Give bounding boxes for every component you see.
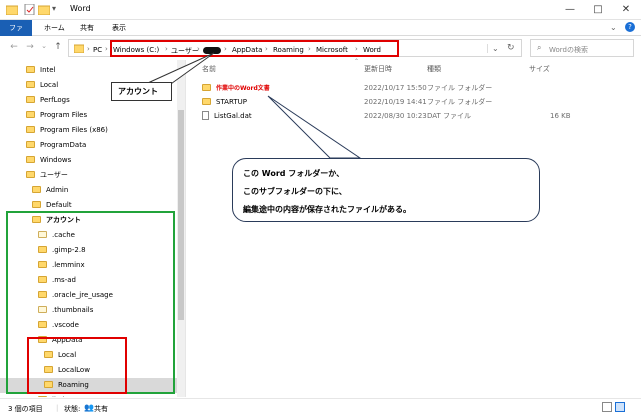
close-button[interactable]: ✕: [612, 0, 640, 20]
recent-dropdown-icon[interactable]: ⌄: [38, 42, 50, 50]
help-icon[interactable]: ?: [625, 22, 635, 32]
folder-icon: [26, 141, 35, 148]
file-date: 2022/10/19 14:41: [364, 98, 427, 106]
window-title: Word: [70, 4, 91, 13]
ribbon-expand-icon[interactable]: ⌄: [610, 23, 617, 32]
file-row[interactable]: 作業中のWord文書 2022/10/17 15:50 ファイル フォルダー: [0, 81, 641, 95]
tree-item[interactable]: ProgramData: [0, 138, 177, 153]
tree-item-label: Windows: [40, 156, 72, 164]
maximize-button[interactable]: □: [584, 0, 612, 20]
folder-icon: [6, 5, 18, 15]
title-bar: ▾ Word — □ ✕: [0, 0, 641, 20]
details-view-icon[interactable]: [602, 402, 612, 412]
tree-item[interactable]: Windows: [0, 153, 177, 168]
explanation-callout: この Word フォルダーか、 このサブフォルダーの下に、 編集途中の内容が保存…: [232, 158, 540, 222]
tree-item-label: Default: [46, 201, 72, 209]
up-arrow-icon[interactable]: ↑: [52, 42, 64, 52]
callout-line: このサブフォルダーの下に、: [243, 187, 347, 196]
search-input[interactable]: ⌕ Wordの検索: [530, 39, 634, 57]
file-row[interactable]: STARTUP 2022/10/19 14:41 ファイル フォルダー: [0, 95, 641, 109]
column-date[interactable]: 更新日時: [364, 64, 392, 74]
nav-scroll-thumb[interactable]: [178, 110, 184, 320]
back-arrow-icon[interactable]: ←: [8, 42, 20, 52]
folder-icon: [26, 66, 35, 73]
folder-icon: [26, 126, 35, 133]
status-label: 状態:: [64, 405, 81, 413]
address-dropdown-icon[interactable]: ⌄: [487, 44, 499, 53]
tree-item[interactable]: ユーザー: [0, 168, 177, 183]
tree-item[interactable]: Program Files (x86): [0, 123, 177, 138]
search-icon: ⌕: [537, 43, 542, 52]
file-date: 2022/10/17 15:50: [364, 84, 427, 92]
status-value: 共有: [94, 405, 108, 413]
tab-home[interactable]: ホーム: [38, 20, 71, 36]
folder-icon: [74, 44, 84, 53]
folder-icon: [202, 84, 211, 91]
folder-icon: [32, 201, 41, 208]
tree-item-label: Intel: [40, 66, 56, 74]
forward-arrow-icon[interactable]: →: [24, 42, 36, 52]
file-type: DAT ファイル: [427, 112, 472, 120]
file-name: 作業中のWord文書: [202, 81, 270, 96]
appdata-highlight-box: [27, 337, 127, 394]
status-divider: |: [56, 404, 59, 412]
folder-icon: [38, 396, 47, 397]
file-type: ファイル フォルダー: [427, 98, 493, 106]
breadcrumb-separator-icon: ›: [87, 45, 90, 53]
breadcrumb-separator-icon: ›: [105, 45, 108, 53]
tree-item-label: Program Files (x86): [40, 126, 108, 134]
breadcrumb-pc[interactable]: PC: [93, 46, 102, 54]
minimize-button[interactable]: —: [556, 0, 584, 20]
tab-share[interactable]: 共有: [74, 20, 100, 36]
tree-item[interactable]: Admin: [0, 183, 177, 198]
file-row[interactable]: ListGal.dat 2022/08/30 10:23 DAT ファイル 16…: [0, 109, 641, 123]
account-callout: アカウント: [111, 82, 172, 101]
tree-item[interactable]: Intel: [0, 63, 177, 78]
address-highlight-box: [110, 40, 399, 57]
tree-item-label: Admin: [46, 186, 69, 194]
file-type: ファイル フォルダー: [427, 84, 493, 92]
ribbon-tabs: ファイル ホーム 共有 表示 ⌄ ?: [0, 20, 641, 48]
item-count: 3 個の項目: [8, 405, 43, 413]
tree-item-label: ユーザー: [40, 171, 68, 179]
properties-icon[interactable]: [24, 4, 36, 15]
callout-line: この Word フォルダーか、: [243, 169, 345, 178]
large-icons-view-icon[interactable]: [615, 402, 625, 412]
column-type[interactable]: 種類: [427, 64, 441, 74]
callout-line: 編集途中の内容が保存されたファイルがある。: [243, 205, 411, 214]
file-date: 2022/08/30 10:23: [364, 112, 427, 120]
file-icon: [202, 111, 209, 120]
folder-icon: [26, 171, 35, 178]
refresh-icon[interactable]: ↻: [507, 43, 515, 53]
search-placeholder: Wordの検索: [549, 46, 588, 54]
folder-icon: [26, 156, 35, 163]
file-size: 16 KB: [550, 112, 571, 120]
shared-users-icon: 👥: [84, 403, 94, 412]
column-name[interactable]: 名前: [202, 64, 216, 74]
tree-item-label: ProgramData: [40, 141, 87, 149]
folder-icon: [32, 186, 41, 193]
status-bar: 3 個の項目 | 状態: 👥 共有: [0, 398, 641, 416]
file-name: ListGal.dat: [202, 109, 252, 123]
quick-access-dropdown-icon[interactable]: ▾: [52, 4, 56, 13]
tree-item-label: ibvi: [52, 396, 64, 397]
folder-icon: [202, 98, 211, 105]
sort-indicator-icon: ⌃: [354, 58, 360, 65]
new-folder-icon[interactable]: [38, 4, 50, 15]
column-size[interactable]: サイズ: [529, 64, 550, 74]
tab-file[interactable]: ファイル: [0, 20, 32, 48]
tab-view[interactable]: 表示: [106, 20, 132, 36]
file-name: STARTUP: [202, 95, 247, 109]
